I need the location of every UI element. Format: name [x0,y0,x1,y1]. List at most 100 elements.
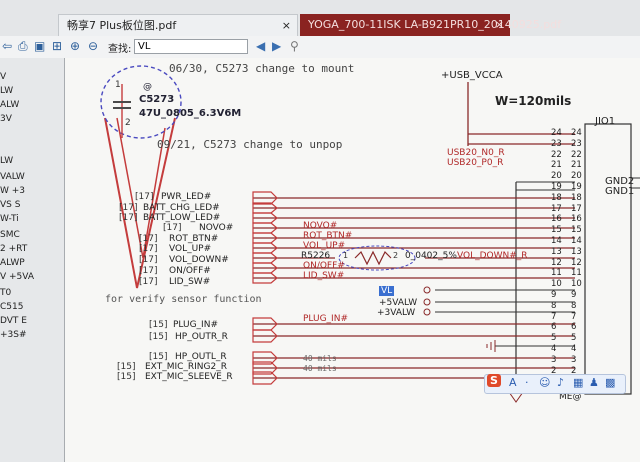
net-label: VOL_UP# [303,241,346,251]
vl-search-highlight: VL [379,286,395,296]
sidebar-item[interactable]: 3V [0,114,12,124]
signal-label: VOL_UP# [169,244,212,254]
pin-number: 4 [551,344,557,354]
grid-icon[interactable]: ▩ [605,376,615,389]
zoom-in-icon[interactable]: ⊕ [70,39,80,53]
resistor-value: 0_0402_5% [405,251,457,261]
pin-number: 14 [571,236,582,246]
keyboard-icon[interactable]: ▦ [573,376,583,389]
pin-number: 22 [551,149,562,160]
punctuation-icon[interactable]: · [525,376,529,389]
page-ref: [17] [119,203,138,213]
page-ref: [15] [149,352,168,362]
ime-logo[interactable]: S [487,374,501,387]
sidebar-panel: V LW ALW 3V LW VALW W +3 VS S W-Ti SMC 2… [0,58,65,462]
mic-icon[interactable]: ♪ [557,376,564,389]
sidebar-item[interactable]: LW [0,86,13,96]
rail-label: +3VALW [377,308,416,318]
sidebar-item[interactable]: ALWP [0,258,25,268]
tab-pdf-1[interactable]: 畅享7 Plus板位图.pdf × [58,14,298,36]
revision-note: 09/21, C5273 change to unpop [157,138,343,151]
sidebar-item[interactable]: C515 [0,302,23,312]
pin-number: 7 [551,311,557,322]
page-ref: [15] [117,372,136,382]
pin-number: 19 [551,182,562,192]
skin-icon[interactable]: ♟ [589,376,599,389]
sidebar-item[interactable]: +3S# [0,330,27,340]
signal-label: HP_OUTL_R [175,352,227,362]
revision-note: 06/30, C5273 change to mount [169,62,355,75]
page-ref: [17] [139,277,158,287]
find-label: 查找: [108,44,132,55]
ime-toolbar[interactable]: S A · ☺ ♪ ▦ ♟ ▩ [484,374,626,394]
pin-number: 9 [571,290,577,300]
page-ref: [17] [139,255,158,265]
resistor-highlight [338,245,416,271]
pin-number: 16 [571,214,582,225]
pin-number: 15 [571,225,582,236]
sidebar-item[interactable]: VALW [0,172,25,182]
sidebar-item[interactable]: LW [0,156,13,166]
sensor-comment: for verify sensor function [105,294,262,305]
sidebar-item[interactable]: ALW [0,100,19,110]
find-next-icon[interactable]: ▶ [272,39,281,53]
pin-number: 21 [571,160,582,171]
pin-number: 5 [571,333,577,344]
pin-number: 9 [551,290,557,300]
tab-pdf-2[interactable]: YOGA_700-11ISK LA-B921PR10_20140925.pdf … [300,14,561,36]
pin-number: 10 [571,279,582,290]
pin-number: 7 [571,311,577,322]
save-icon[interactable]: ▣ [34,39,45,53]
page-ref: [15] [149,332,168,342]
search-options-icon[interactable]: ⚲ [290,39,299,53]
back-icon[interactable]: ⇦ [2,39,12,53]
pin-number: 23 [551,138,562,149]
sidebar-item[interactable]: W +3 [0,186,25,196]
usb-net-label: USB20_N0_R [447,148,505,158]
page-ref: [15] [149,320,168,330]
sidebar-item[interactable]: VS S [0,200,20,210]
pin-number: 15 [551,225,562,236]
page-ref: [17] [139,266,158,276]
page-ref: [15] [117,362,136,372]
tab-close-icon[interactable]: × [282,15,291,37]
sidebar-item[interactable]: DVT E [0,316,27,326]
sidebar-item[interactable]: T0 [0,288,11,298]
sidebar-item[interactable]: W-Ti [0,214,19,224]
rail-terminal [423,308,431,316]
pin-number: 22 [571,149,582,160]
pin-number: 13 [551,246,562,257]
pin-number: 16 [551,214,562,225]
cap-pin: 2 [125,118,131,128]
print-icon[interactable]: ⎙ [18,39,28,54]
arrow-connectors [252,191,278,385]
find-prev-icon[interactable]: ◀ [256,39,265,53]
cap-pin: 1 [115,80,121,90]
tab-close-icon[interactable]: × [495,14,504,36]
sidebar-item[interactable]: 2 +RT [0,244,27,254]
fit-page-icon[interactable]: ⊞ [52,39,62,53]
pin-number: 8 [551,300,557,311]
find-input[interactable] [134,39,248,54]
tab-label: YOGA_700-11ISK LA-B921PR10_20140925.pdf [308,18,562,31]
pin-number: 14 [551,236,562,246]
sidebar-item[interactable]: SMC [0,230,20,240]
net-label: LID_SW# [303,271,345,281]
smile-icon[interactable]: ☺ [539,376,550,389]
sidebar-item[interactable]: V +5VA [0,272,34,282]
signal-label: EXT_MIC_SLEEVE_R [145,372,233,382]
connector-body [584,123,632,395]
signal-wires [253,197,575,379]
cap-at: @ [143,82,152,92]
pin-number: 11 [571,268,582,279]
zoom-out-icon[interactable]: ⊖ [88,39,98,53]
rail-label: +5VALW [379,298,418,308]
resistor-symbol [354,250,392,266]
page-ref: [17] [139,244,158,254]
connector-ref: JIO1 [595,116,616,127]
pin-number: 21 [551,160,562,171]
sidebar-item[interactable]: V [0,72,6,82]
signal-label: ON/OFF# [169,266,211,276]
pin-number: 24 [571,128,582,138]
font-a-icon[interactable]: A [509,376,517,389]
